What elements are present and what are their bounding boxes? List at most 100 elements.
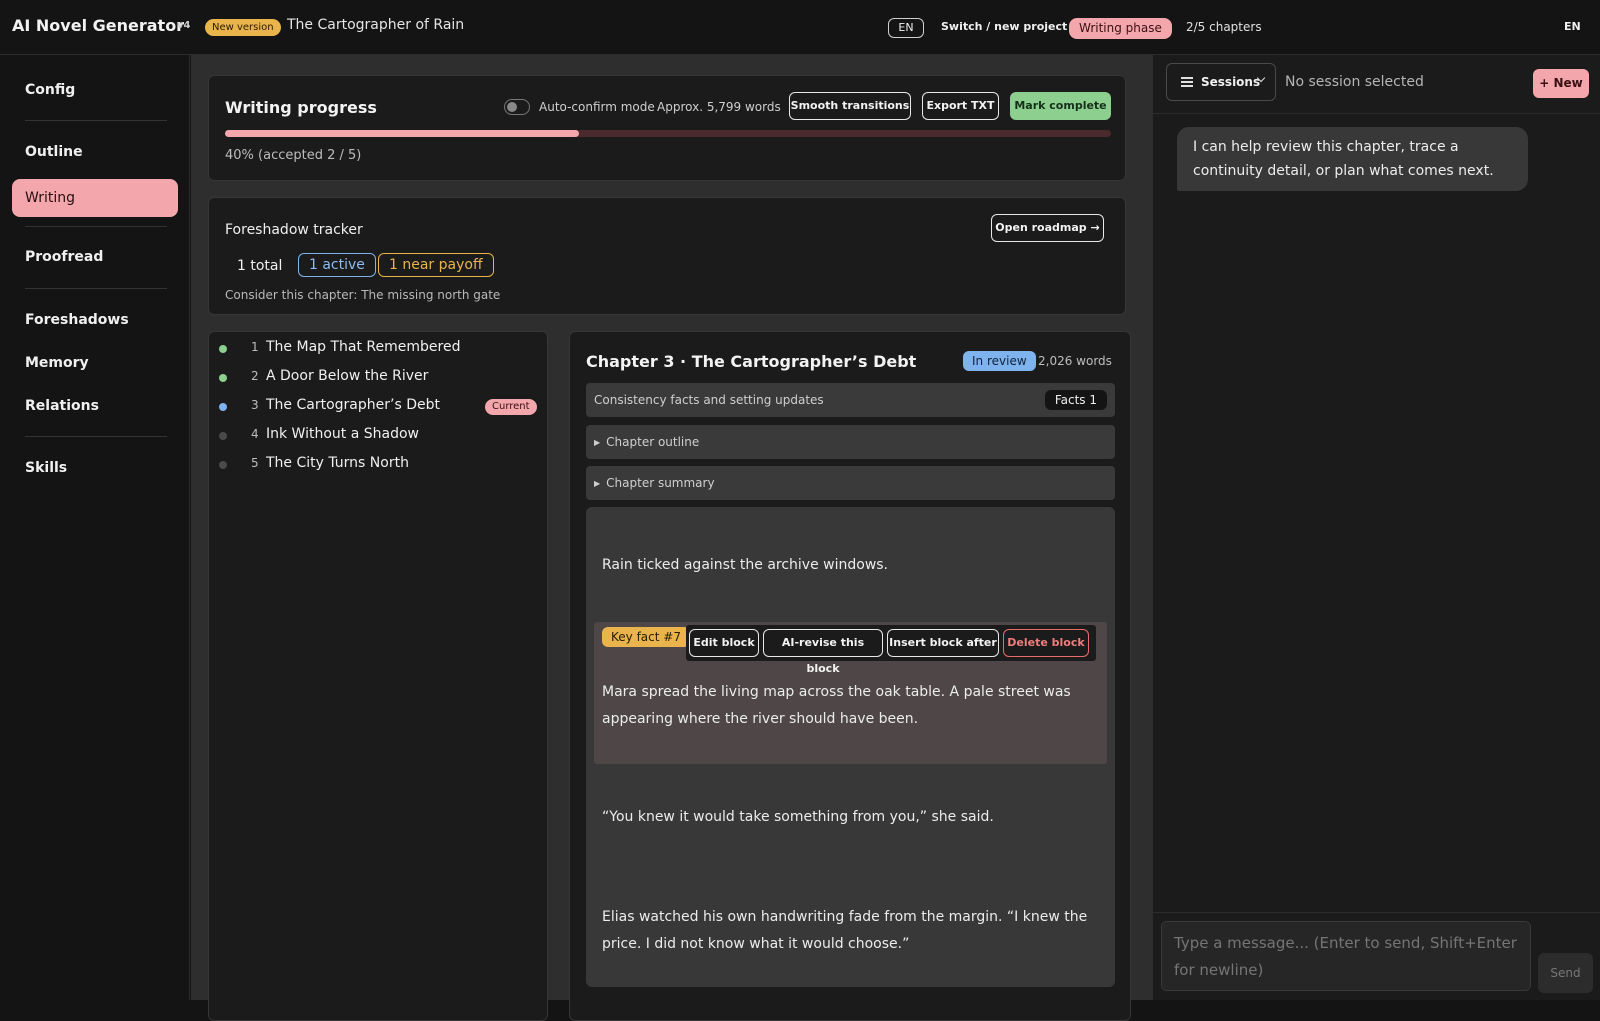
paragraph-block[interactable]: “You knew it would take something from y… [602, 804, 1102, 831]
sidebar-divider [25, 288, 167, 289]
progress-bar [225, 130, 1111, 137]
foreshadow-tracker-card: Foreshadow tracker Open roadmap → 1 tota… [208, 197, 1126, 315]
main-area: Writing progress Auto-confirm mode Appro… [191, 55, 1152, 1021]
chapter-status-dot [219, 432, 227, 440]
key-fact-badge: Key fact #7 [602, 627, 690, 647]
mark-complete-button[interactable]: Mark complete [1010, 92, 1111, 120]
sidebar-item-outline[interactable]: Outline [25, 144, 83, 160]
project-name: The Cartographer of Rain [287, 17, 465, 33]
writing-progress-card: Writing progress Auto-confirm mode Appro… [208, 75, 1126, 181]
chapter-word-count: 2,026 words [1038, 354, 1112, 368]
paragraph-block[interactable]: Elias watched his own handwriting fade f… [602, 904, 1102, 958]
auto-confirm-label: Auto-confirm mode [539, 100, 655, 114]
chapter-list-item[interactable]: 4 Ink Without a Shadow [219, 423, 541, 449]
foreshadow-active-badge[interactable]: 1 active [298, 253, 376, 277]
foreshadow-consider-text: Consider this chapter: The missing north… [225, 288, 501, 302]
sidebar-divider [25, 120, 167, 121]
chat-header-divider [1153, 113, 1600, 114]
sidebar-item-config[interactable]: Config [25, 82, 75, 98]
sidebar: Config Outline Writing Proofread Foresha… [0, 55, 190, 1000]
sidebar-item-foreshadows[interactable]: Foreshadows [25, 312, 129, 328]
foreshadow-total: 1 total [237, 258, 283, 274]
progress-bar-fill [225, 130, 580, 137]
facts-count-badge: Facts 1 [1044, 390, 1107, 410]
chapter-list-item[interactable]: 1 The Map That Remembered [219, 336, 541, 362]
chapter-summary-toggle[interactable]: ▶ Chapter summary [586, 466, 1115, 500]
chapter-list-item[interactable]: 2 A Door Below the River [219, 365, 541, 391]
progress-title: Writing progress [225, 98, 377, 117]
chapter-outline-label: Chapter outline [606, 435, 700, 449]
chapter-status-dot [219, 461, 227, 469]
assistant-message: I can help review this chapter, trace a … [1177, 127, 1528, 191]
chapter-title: The City Turns North [266, 455, 409, 471]
toggle-knob [507, 102, 517, 112]
new-version-badge[interactable]: New version [205, 19, 281, 36]
chapter-summary-label: Chapter summary [606, 476, 715, 490]
selected-paragraph-block[interactable]: Key fact #7 Edit block AI-revise this bl… [594, 622, 1107, 764]
open-roadmap-button[interactable]: Open roadmap → [991, 214, 1104, 242]
chapter-editor: Chapter 3 · The Cartographer’s Debt In r… [569, 331, 1131, 1021]
ai-revise-block-button[interactable]: AI-revise this block [763, 629, 883, 675]
chapter-list: 1 The Map That Remembered 2 A Door Below… [208, 331, 548, 1021]
chapter-number: 2 [251, 369, 259, 383]
message-input[interactable] [1161, 921, 1531, 991]
sessions-label: Sessions [1201, 75, 1261, 89]
chapter-number: 4 [251, 427, 259, 441]
sidebar-item-skills[interactable]: Skills [25, 460, 67, 476]
chapter-heading: Chapter 3 · The Cartographer’s Debt [586, 352, 917, 371]
assistant-panel: Sessions No session selected I can help … [1152, 55, 1600, 1000]
chapter-number: 5 [251, 456, 259, 470]
chapter-list-item[interactable]: 5 The City Turns North [219, 452, 541, 478]
chapter-number: 1 [251, 340, 259, 354]
input-divider [1153, 912, 1600, 913]
sidebar-item-memory[interactable]: Memory [25, 355, 89, 371]
send-button[interactable]: Send [1538, 953, 1593, 993]
language-toggle[interactable]: EN [1564, 20, 1581, 33]
consistency-facts-label: Consistency facts and setting updates [594, 393, 824, 407]
chapter-list-item[interactable]: 3 The Cartographer’s Debt Current [219, 394, 541, 420]
session-status: No session selected [1285, 74, 1424, 90]
sessions-dropdown[interactable]: Sessions [1166, 63, 1276, 101]
caret-right-icon: ▶ [594, 438, 601, 447]
auto-confirm-toggle[interactable] [504, 99, 530, 115]
sidebar-item-writing[interactable]: Writing [12, 179, 178, 217]
delete-block-button[interactable]: Delete block [1003, 629, 1089, 657]
caret-right-icon: ▶ [594, 479, 601, 488]
phase-badge: Writing phase [1069, 18, 1172, 39]
chapter-title: A Door Below the River [266, 368, 429, 384]
word-count-approx: Approx. 5,799 words [657, 100, 781, 114]
language-pill[interactable]: EN [888, 18, 924, 38]
foreshadow-near-payoff-badge[interactable]: 1 near payoff [378, 253, 494, 277]
chapter-content[interactable]: Rain ticked against the archive windows.… [586, 507, 1115, 987]
consistency-facts-row[interactable]: Consistency facts and setting updates Fa… [586, 383, 1115, 417]
new-session-button[interactable]: + New [1533, 69, 1589, 98]
chapter-status-dot [219, 374, 227, 382]
chapter-title: The Map That Remembered [266, 339, 461, 355]
export-txt-button[interactable]: Export TXT [922, 92, 999, 120]
smooth-transitions-button[interactable]: Smooth transitions [789, 92, 911, 120]
chapter-status-dot [219, 345, 227, 353]
sidebar-item-proofread[interactable]: Proofread [25, 249, 103, 265]
chapter-title: Ink Without a Shadow [266, 426, 419, 442]
progress-text: 40% (accepted 2 / 5) [225, 148, 362, 163]
app-title: AI Novel Generator [12, 16, 185, 35]
menu-icon [1181, 77, 1193, 87]
chapter-number: 3 [251, 398, 259, 412]
current-chapter-badge: Current [485, 399, 537, 415]
insert-block-after-button[interactable]: Insert block after [887, 629, 999, 657]
paragraph-block[interactable]: Rain ticked against the archive windows. [602, 552, 1102, 579]
sidebar-divider [25, 226, 167, 227]
block-toolbar: Edit block AI-revise this block Insert b… [686, 625, 1096, 675]
chapter-status-badge: In review [963, 351, 1036, 371]
chapter-title: The Cartographer’s Debt [266, 397, 440, 413]
chapter-count: 2/5 chapters [1186, 20, 1262, 34]
chapter-outline-toggle[interactable]: ▶ Chapter outline [586, 425, 1115, 459]
foreshadow-title: Foreshadow tracker [225, 222, 363, 238]
edit-block-button[interactable]: Edit block [689, 629, 759, 657]
switch-project-button[interactable]: Switch / new project [941, 20, 1067, 33]
sidebar-item-relations[interactable]: Relations [25, 398, 99, 414]
top-bar: AI Novel Generator v4 New version The Ca… [0, 0, 1600, 55]
paragraph-text: Mara spread the living map across the oa… [602, 684, 1071, 727]
version-label: v4 [177, 20, 191, 31]
chapter-status-dot [219, 403, 227, 411]
